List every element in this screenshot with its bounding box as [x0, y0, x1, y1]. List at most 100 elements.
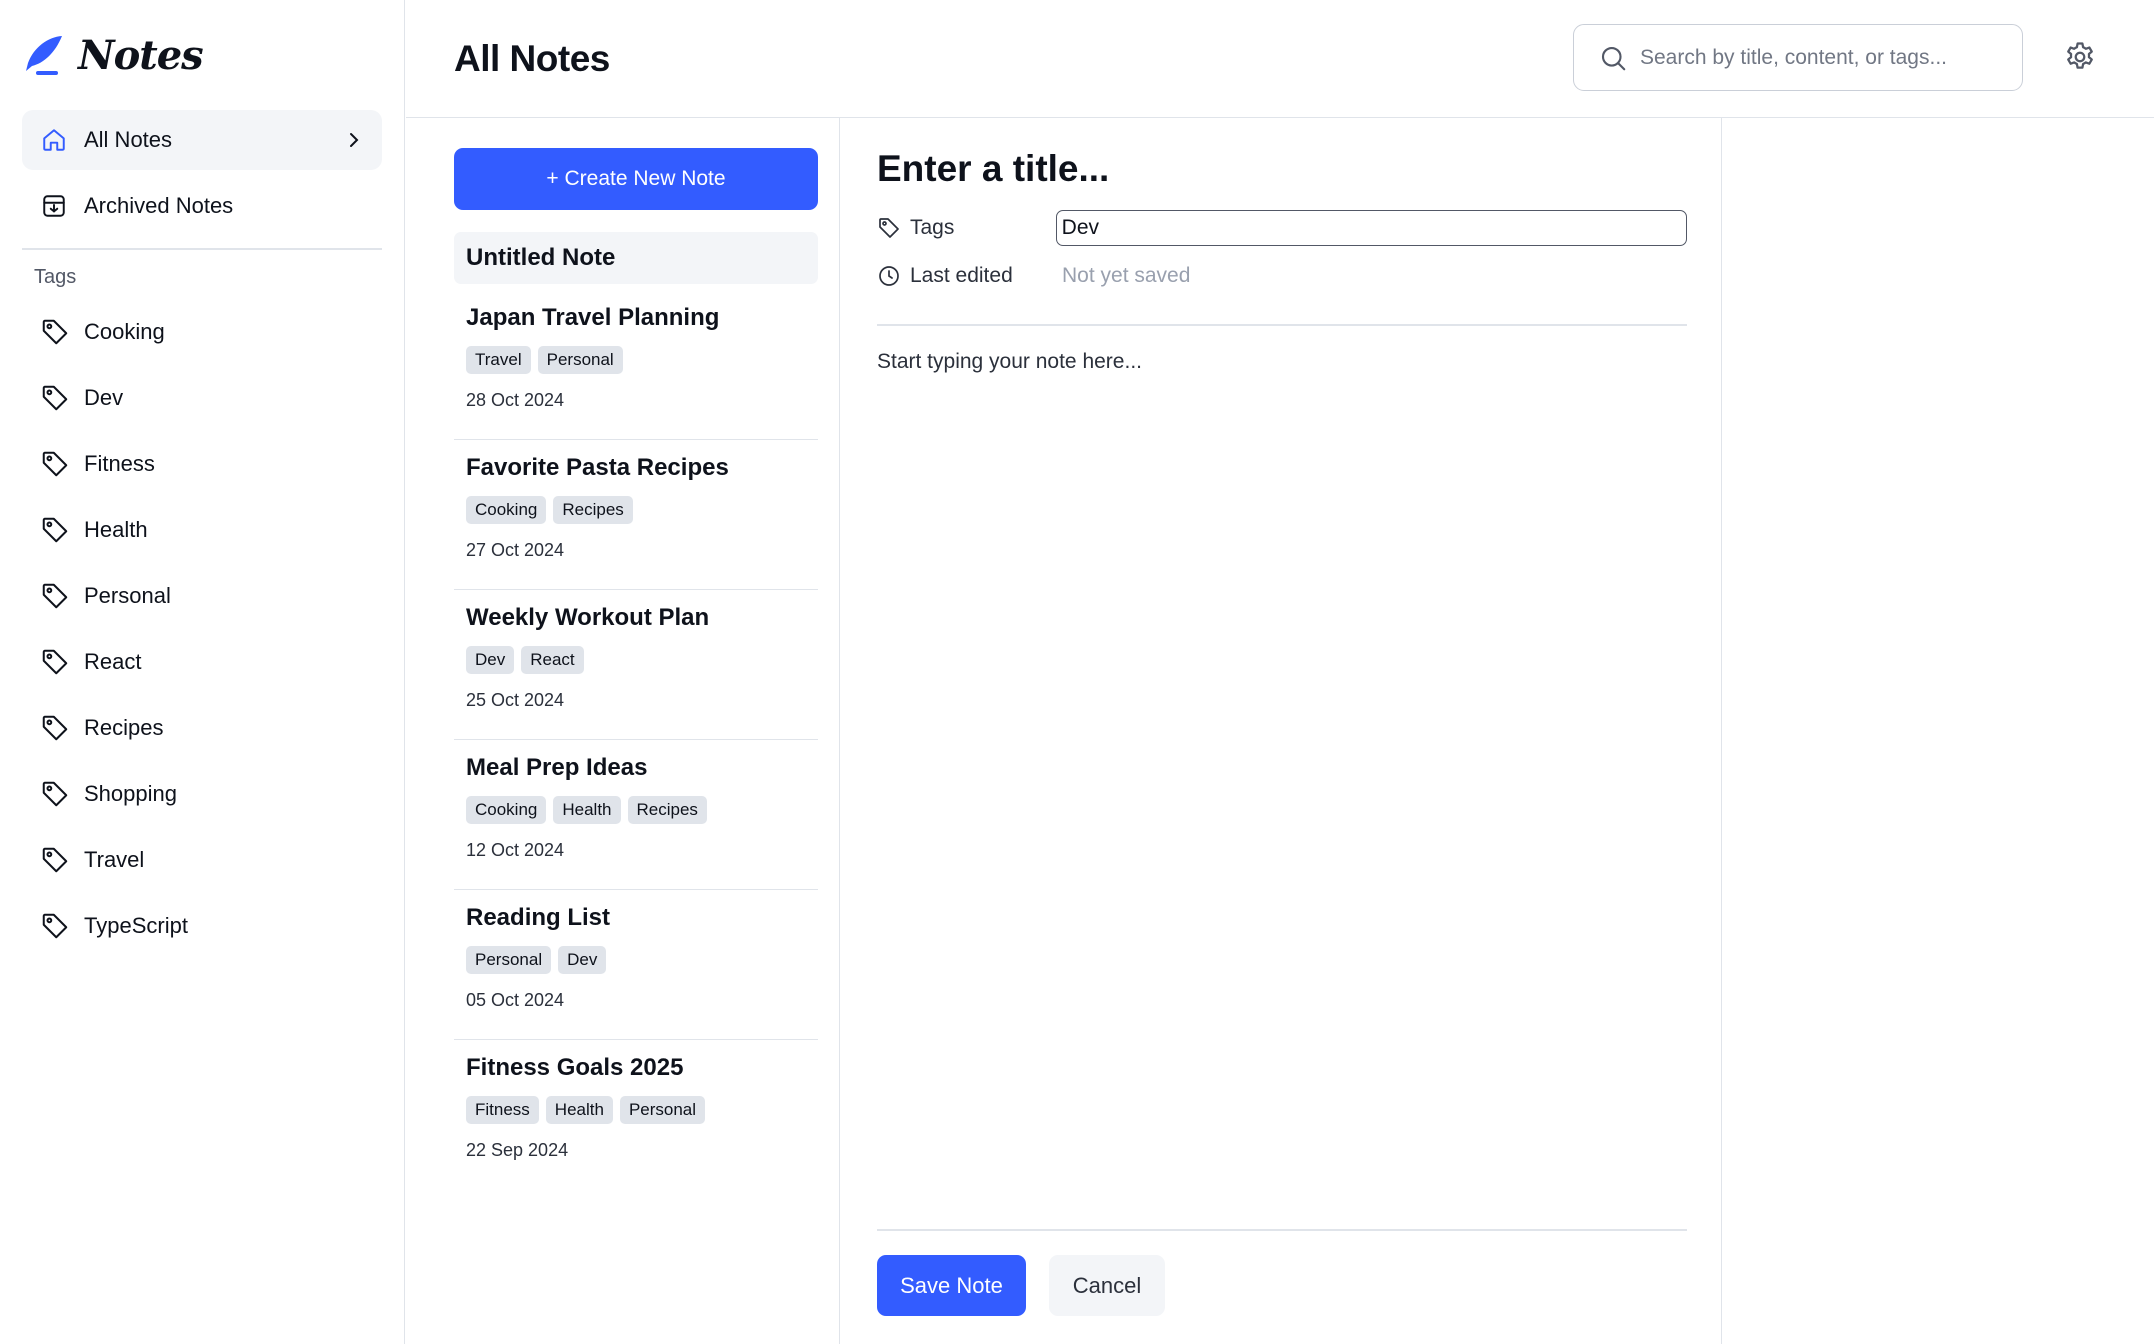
- sidebar-tag-label: Shopping: [84, 780, 177, 806]
- tag-chip: React: [521, 646, 584, 674]
- tag-icon: [40, 317, 70, 347]
- top-header: All Notes: [406, 0, 2154, 118]
- app-logo[interactable]: Notes: [22, 0, 382, 110]
- tag-chip: Personal: [537, 346, 623, 374]
- note-card[interactable]: Fitness Goals 2025 Fitness Health Personal 2…: [454, 1040, 818, 1190]
- note-title: Reading List: [466, 904, 611, 931]
- sidebar-tag-react[interactable]: React: [22, 629, 382, 695]
- save-note-button[interactable]: Save Note: [877, 1255, 1026, 1316]
- last-edited-value: Not yet saved: [1062, 264, 1191, 287]
- tag-icon: [40, 449, 70, 479]
- sidebar-tag-label: Fitness: [84, 450, 155, 476]
- note-tags: Dev React: [466, 646, 806, 674]
- note-card[interactable]: Reading List Personal Dev 05 Oct 2024: [454, 890, 818, 1040]
- untitled-note-item[interactable]: Untitled Note: [454, 232, 818, 284]
- note-card[interactable]: Favorite Pasta Recipes Cooking Recipes 27 O…: [454, 440, 818, 590]
- note-title: Fitness Goals 2025: [466, 1054, 684, 1081]
- sidebar-tag-label: Personal: [84, 582, 171, 608]
- tag-icon: [40, 647, 70, 677]
- tag-list: Cooking Dev Fitness Health Personal React Reci…: [22, 299, 382, 959]
- tag-chip: Personal: [619, 1096, 706, 1124]
- note-tags: Fitness Health Personal: [466, 1096, 806, 1124]
- sidebar: Notes All Notes Archived Notes Tags Cook…: [0, 0, 405, 1344]
- search-input[interactable]: [1640, 45, 1980, 70]
- archive-icon: [40, 192, 68, 220]
- note-title: Weekly Workout Plan: [466, 604, 710, 631]
- feather-logo-icon: [26, 36, 62, 75]
- sidebar-tag-travel[interactable]: Travel: [22, 827, 382, 893]
- nav-all-notes-label: All Notes: [84, 127, 173, 152]
- nav-all-notes[interactable]: All Notes: [22, 110, 382, 170]
- page-title: All Notes: [454, 37, 610, 79]
- tags-label: Tags: [910, 216, 955, 239]
- note-cards: Japan Travel Planning Travel Personal 28 Oc…: [454, 290, 818, 1190]
- tag-icon: [877, 216, 901, 240]
- tag-icon: [40, 779, 70, 809]
- sidebar-tag-recipes[interactable]: Recipes: [22, 695, 382, 761]
- tag-icon: [40, 383, 70, 413]
- tags-row: Tags: [877, 204, 1687, 252]
- sidebar-tag-dev[interactable]: Dev: [22, 365, 382, 431]
- tag-icon: [40, 581, 70, 611]
- sidebar-tag-label: Dev: [84, 384, 124, 410]
- note-card[interactable]: Meal Prep Ideas Cooking Health Recipes 12 Oc…: [454, 740, 818, 890]
- tags-heading: Tags: [34, 265, 77, 288]
- note-card[interactable]: Japan Travel Planning Travel Personal 28 Oc…: [454, 290, 818, 440]
- note-title: Favorite Pasta Recipes: [466, 454, 729, 481]
- note-title: Meal Prep Ideas: [466, 754, 648, 781]
- tag-icon: [40, 911, 70, 941]
- note-content-textarea[interactable]: [877, 349, 1687, 1200]
- sidebar-tag-health[interactable]: Health: [22, 497, 382, 563]
- nav-archived-notes-label: Archived Notes: [84, 193, 234, 218]
- sidebar-tag-label: React: [84, 648, 142, 674]
- sidebar-tag-personal[interactable]: Personal: [22, 563, 382, 629]
- tag-chip: Fitness: [466, 1096, 539, 1124]
- sidebar-divider: [22, 248, 382, 250]
- cancel-button[interactable]: Cancel: [1049, 1255, 1165, 1316]
- editor-divider: [877, 324, 1687, 326]
- tag-chip: Cooking: [466, 796, 547, 824]
- sidebar-tag-label: Cooking: [84, 318, 165, 344]
- note-tags: Cooking Health Recipes: [466, 796, 806, 824]
- tag-chip: Dev: [466, 646, 515, 674]
- editor-footer-divider: [877, 1229, 1687, 1231]
- sidebar-tag-label: Recipes: [84, 714, 164, 740]
- sidebar-tag-cooking[interactable]: Cooking: [22, 299, 382, 365]
- tag-chip: Recipes: [627, 796, 707, 824]
- note-tags: Cooking Recipes: [466, 496, 806, 524]
- tag-chip: Recipes: [553, 496, 633, 524]
- note-tags: Personal Dev: [466, 946, 806, 974]
- note-date: 27 Oct 2024: [466, 540, 565, 560]
- note-date: 28 Oct 2024: [466, 390, 565, 410]
- tag-chip: Health: [545, 1096, 613, 1124]
- create-new-note-button[interactable]: + Create New Note: [454, 148, 818, 210]
- note-tags: Travel Personal: [466, 346, 806, 374]
- tags-label-group: Tags: [877, 216, 1056, 240]
- note-card[interactable]: Weekly Workout Plan Dev React 25 Oct 2024: [454, 590, 818, 740]
- note-date: 25 Oct 2024: [466, 690, 565, 710]
- tags-input[interactable]: [1055, 210, 1687, 246]
- app-name: Notes: [78, 31, 204, 79]
- sidebar-tag-shopping[interactable]: Shopping: [22, 761, 382, 827]
- tag-icon: [40, 845, 70, 875]
- search-icon: [1598, 43, 1628, 73]
- last-edited-label-group: Last edited: [877, 264, 1057, 288]
- note-date: 12 Oct 2024: [466, 840, 565, 860]
- sidebar-tag-fitness[interactable]: Fitness: [22, 431, 382, 497]
- search-box[interactable]: [1573, 24, 2023, 91]
- note-title-input[interactable]: [877, 148, 1687, 190]
- notes-list-panel: + Create New Note Untitled Note Japan Tr…: [406, 118, 840, 1344]
- tag-chip: Health: [553, 796, 621, 824]
- tag-icon: [40, 515, 70, 545]
- sidebar-tag-label: Travel: [84, 846, 145, 872]
- settings-button[interactable]: [2061, 38, 2099, 76]
- nav-archived-notes[interactable]: Archived Notes: [22, 176, 382, 236]
- gear-icon: [2067, 42, 2093, 69]
- note-editor: Tags Last edited Not yet saved Save Note…: [841, 118, 1722, 1344]
- sidebar-tag-typescript[interactable]: TypeScript: [22, 893, 382, 959]
- chevron-right-icon: [342, 128, 366, 152]
- last-edited-row: Last edited Not yet saved: [877, 252, 1687, 300]
- note-title: Japan Travel Planning: [466, 304, 720, 331]
- tag-chip: Dev: [558, 946, 607, 974]
- tag-chip: Cooking: [466, 496, 547, 524]
